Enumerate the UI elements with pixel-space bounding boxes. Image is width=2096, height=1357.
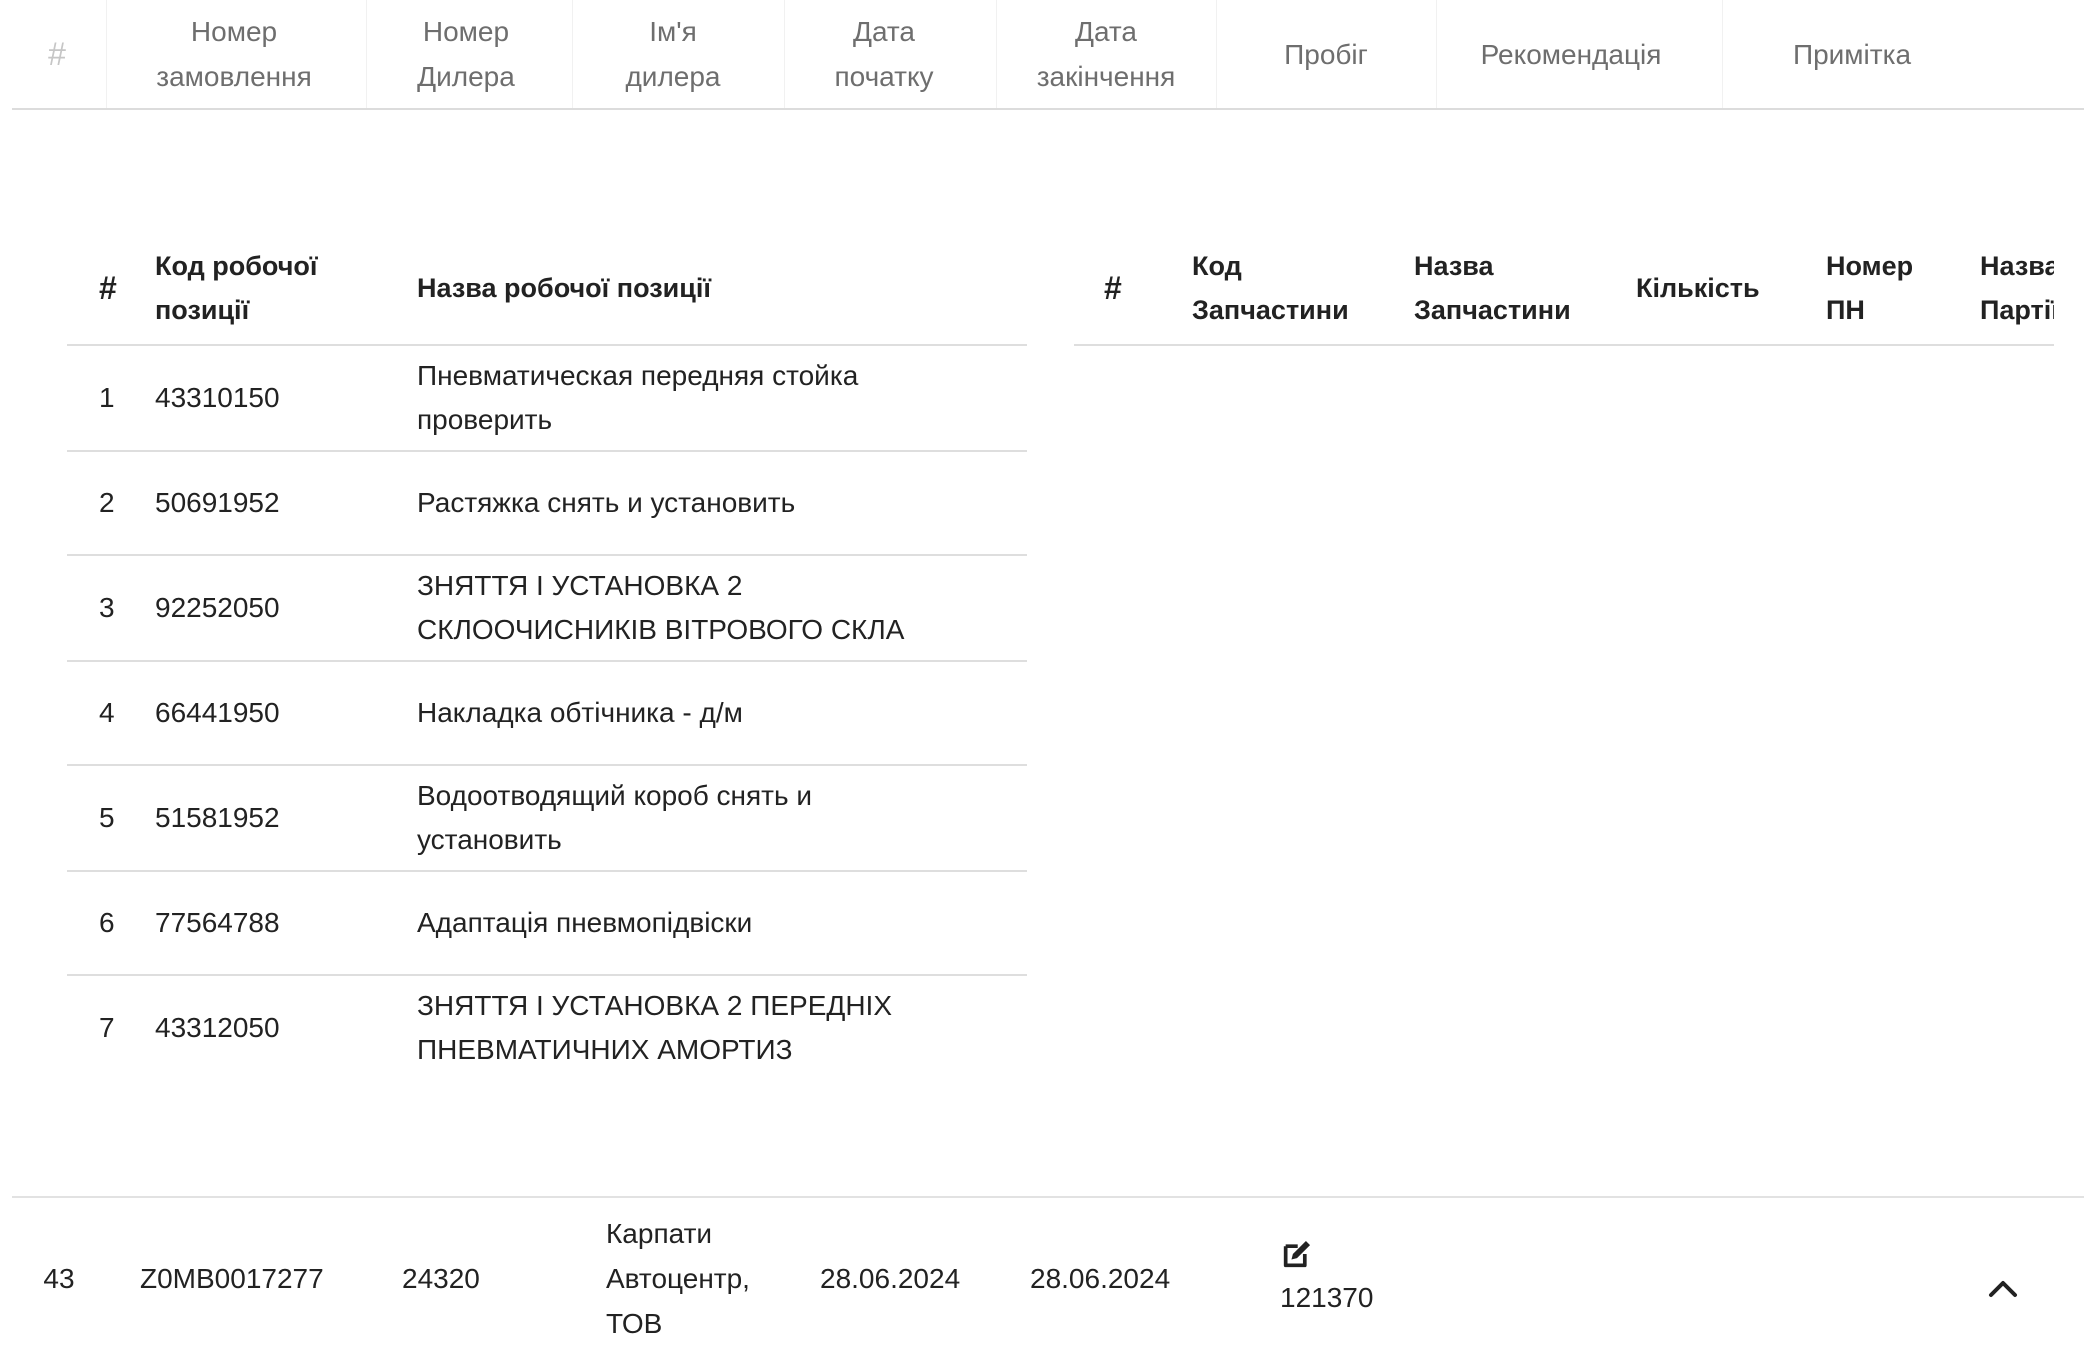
work-position-name-line: Водоотводящий короб снять и [417,780,812,811]
work-position-code: 77564788 [155,871,417,976]
work-position-name: ЗНЯТТЯ І УСТАНОВКА 2 ПЕРЕДНІХ ПНЕВМАТИЧНИ… [417,975,1027,1080]
work-position-name: Адаптація пневмопідвіски [417,871,1027,976]
header-mileage[interactable]: Пробіг [1216,0,1436,108]
parts-header-index[interactable]: # [1074,232,1192,346]
parts-header-name[interactable]: Назва Запчастини [1414,232,1636,346]
work-position-name: ЗНЯТТЯ І УСТАНОВКА 2 СКЛООЧИСНИКІВ ВІТРОВ… [417,555,1027,662]
parts-header-code[interactable]: Код Запчастини [1192,232,1414,346]
work-position-row[interactable]: 3 92252050 ЗНЯТТЯ І УСТАНОВКА 2 СКЛООЧИСНИК… [67,555,1027,662]
row-dealer-name: Карпати Автоцентр, ТОВ [606,1218,750,1339]
parts-header-party-name[interactable]: Назва Партії [1980,232,2054,346]
header-index[interactable]: # [12,0,102,108]
row-dealer-number: 24320 [402,1263,480,1294]
header-dealer-name[interactable]: Ім'я дилера [572,0,774,108]
work-position-name-line: Адаптація пневмопідвіски [417,907,753,938]
work-position-index: 1 [67,345,155,452]
work-position-code: 66441950 [155,661,417,766]
header-recommendation[interactable]: Рекомендація [1436,0,1706,108]
header-dealer-number[interactable]: Номер Дилера [366,0,566,108]
work-position-code: 51581952 [155,765,417,872]
work-position-row[interactable]: 1 43310150 Пневматическая передняя стойка п… [67,345,1027,452]
work-position-name-line: Накладка обтічника - д/м [417,697,743,728]
parts-header-row: # Код Запчастини Назва Запчастини Кількі… [1074,232,2054,346]
work-position-name-line: ПНЕВМАТИЧНИХ АМОРТИЗ [417,1034,793,1065]
work-position-index: 4 [67,661,155,766]
work-position-name-line: установить [417,824,562,855]
work-position-row[interactable]: 5 51581952 Водоотводящий короб снять и уста… [67,765,1027,872]
work-position-name-line: проверить [417,404,553,435]
works-header-index[interactable]: # [67,232,155,346]
work-position-name: Водоотводящий короб снять и установить [417,765,1027,872]
header-end-date[interactable]: Дата закінчення [996,0,1216,108]
parts-table-viewport[interactable]: # Код Запчастини Назва Запчастини Кількі… [1074,232,2054,347]
work-position-name-line: Пневматическая передняя стойка [417,360,859,391]
work-position-row[interactable]: 6 77564788 Адаптація пневмопідвіски [67,871,1027,976]
work-position-row[interactable]: 4 66441950 Накладка обтічника - д/м [67,661,1027,766]
work-position-name: Пневматическая передняя стойка проверить [417,345,1027,452]
works-header-code[interactable]: Код робочої позиції [155,232,417,346]
collapse-row-button[interactable] [1980,1268,2026,1308]
header-start-date[interactable]: Дата початку [784,0,984,108]
work-position-name-line: ЗНЯТТЯ І УСТАНОВКА 2 [417,570,743,601]
row-order-number: Z0MB0017277 [140,1263,324,1294]
work-position-index: 7 [99,1012,115,1043]
page: # Номер замовлення Номер Дилера Ім'я дилера… [0,0,2096,1357]
work-position-name-line: Растяжка снять и установить [417,487,796,518]
work-position-index: 6 [67,871,155,976]
work-position-row[interactable]: 2 50691952 Растяжка снять и установить [67,451,1027,556]
work-positions-header-row: # Код робочої позиції Назва робочої пози… [67,232,1027,346]
chevron-up-icon [1989,1281,2017,1297]
work-position-name-line: СКЛООЧИСНИКІВ ВІТРОВОГО СКЛА [417,614,905,645]
work-position-code: 43310150 [155,345,417,452]
work-position-code: 43312050 [155,1012,280,1043]
main-table-header: # Номер замовлення Номер Дилера Ім'я дилера… [12,0,2084,110]
work-position-row[interactable]: 7 43312050 ЗНЯТТЯ І УСТАНОВКА 2 ПЕРЕДНІХ ПН… [67,975,1027,1080]
works-header-name[interactable]: Назва робочої позиції [417,232,1027,346]
row-index: 43 [43,1263,75,1294]
work-position-index: 2 [67,451,155,556]
work-position-name-line: ЗНЯТТЯ І УСТАНОВКА 2 ПЕРЕДНІХ [417,990,893,1021]
work-position-index: 5 [67,765,155,872]
parts-header-pn-number[interactable]: Номер ПН [1826,232,1980,346]
work-position-name: Растяжка снять и установить [417,451,1027,556]
row-start-date: 28.06.2024 [820,1263,961,1294]
row-mileage: 121370 [1280,1200,1440,1357]
work-position-code: 50691952 [155,451,417,556]
work-position-code: 92252050 [155,555,417,662]
header-note[interactable]: Примітка [1722,0,1982,108]
work-position-index: 3 [67,555,155,662]
row-mileage-value: 121370 [1280,1282,1374,1313]
row-divider [12,1196,2084,1198]
parts-header-quantity[interactable]: Кількість [1636,232,1826,346]
row-end-date: 28.06.2024 [1030,1263,1171,1294]
parts-table: # Код Запчастини Назва Запчастини Кількі… [1074,232,2054,346]
work-position-name: Накладка обтічника - д/м [417,661,1027,766]
edit-icon[interactable] [1280,1237,1314,1271]
work-positions-table: # Код робочої позиції Назва робочої пози… [67,232,1027,1080]
header-order-number[interactable]: Номер замовлення [106,0,362,108]
